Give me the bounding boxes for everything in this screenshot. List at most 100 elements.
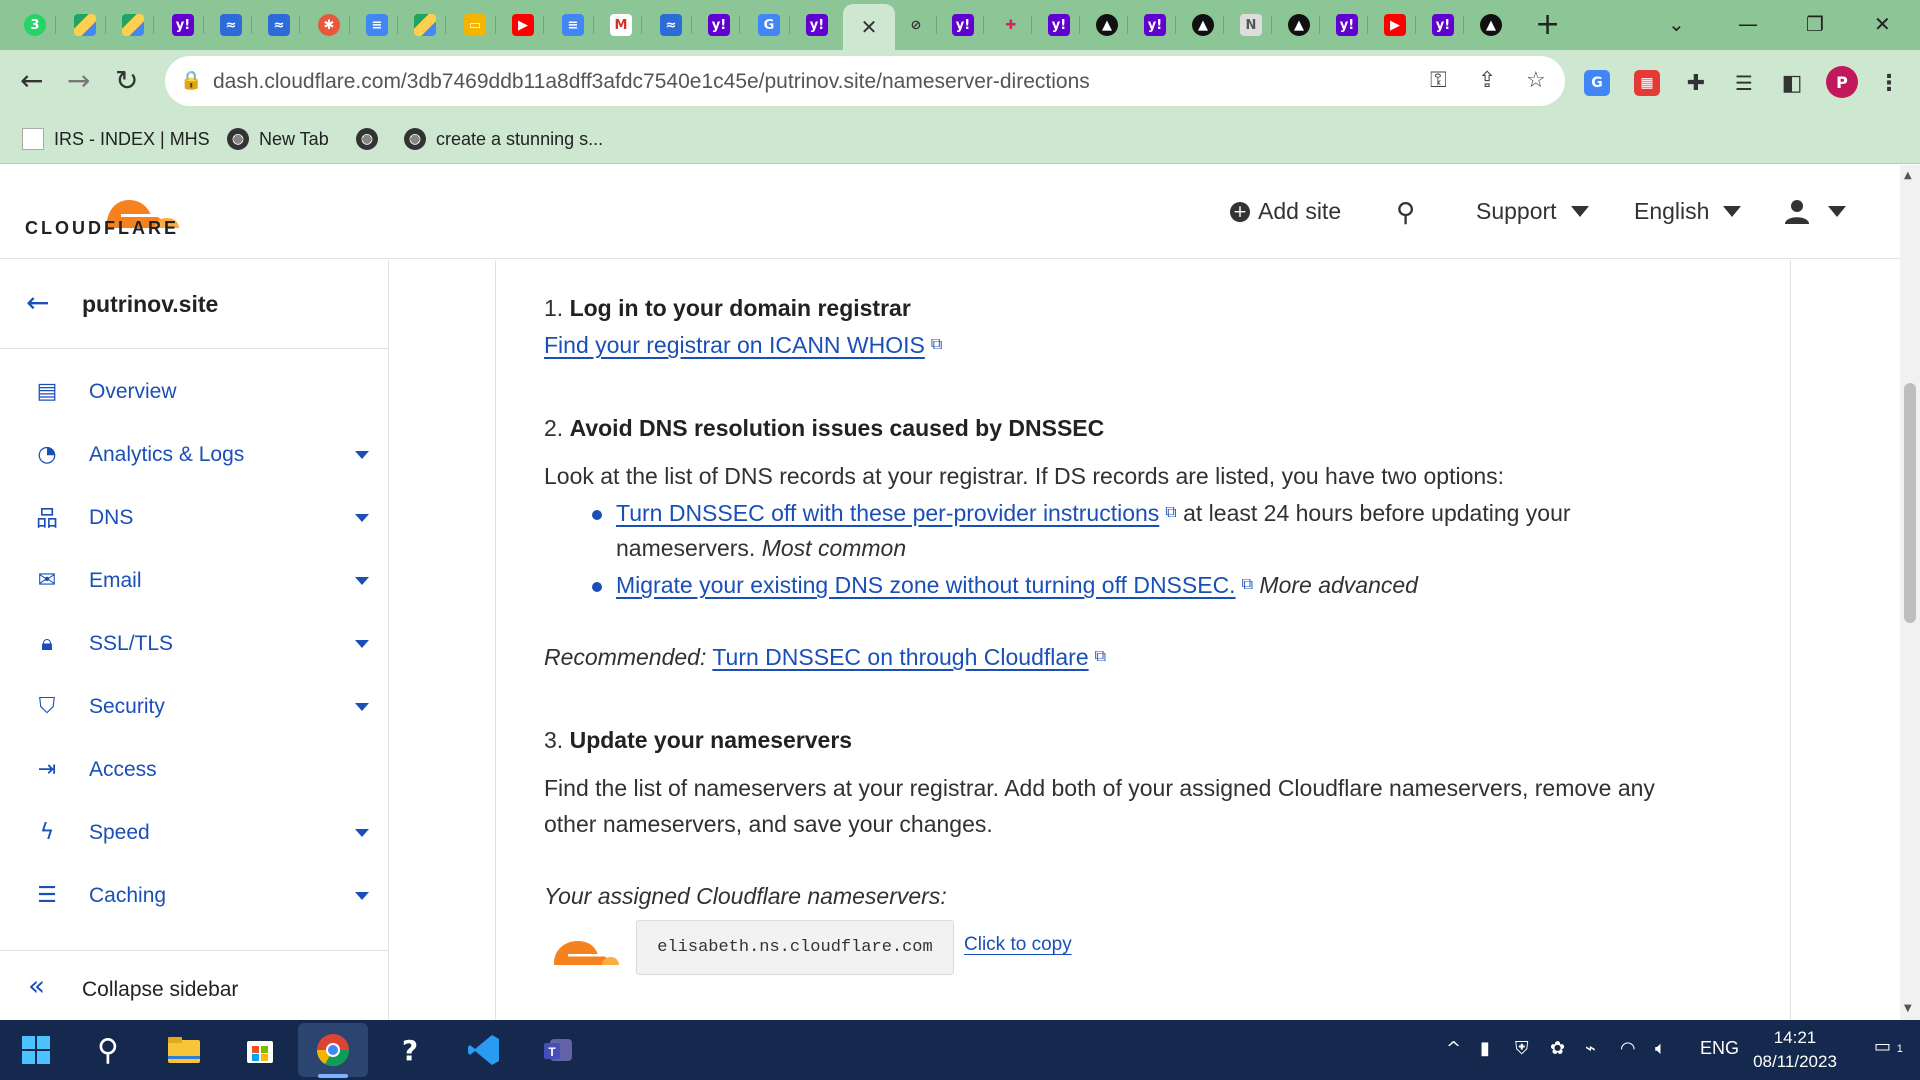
page-scrollbar[interactable]: ▲ ▼ [1900,165,1920,1020]
chevron-down-icon[interactable] [355,703,369,711]
tab-drive-3[interactable] [404,8,446,42]
minimize-icon[interactable]: — [1738,12,1758,36]
sidebar-item-caching[interactable]: ☰ Caching [0,864,389,927]
add-site-button[interactable]: + Add site [1230,198,1341,225]
tab-yahoo-4[interactable]: y! [942,8,984,42]
tab-drive-1[interactable] [64,8,106,42]
close-window-icon[interactable]: ✕ [1874,12,1891,36]
bookmark-star-icon[interactable]: ☆ [1526,68,1546,93]
tab-whatsapp[interactable]: 3 [14,8,56,42]
bookmark-irs[interactable]: IRS - INDEX | MHS [22,128,210,150]
tab-search-chevron-icon[interactable]: ⌄ [1668,12,1685,36]
share-icon[interactable]: ⇪ [1478,68,1496,93]
back-arrow-icon[interactable]: ← [20,65,43,97]
tab-youtube-1[interactable]: ▶ [502,8,544,42]
collapse-sidebar-button[interactable]: « Collapse sidebar [0,950,389,1020]
vscode-icon[interactable] [464,1030,504,1070]
scroll-up-arrow-icon[interactable]: ▲ [1904,170,1912,181]
chevron-down-icon[interactable] [355,514,369,522]
forward-arrow-icon[interactable]: → [67,65,90,97]
profile-avatar[interactable]: P [1826,66,1858,98]
sidebar-item-speed[interactable]: ϟ Speed [0,801,389,864]
scrollbar-thumb[interactable] [1904,383,1916,623]
tab-triangle-2[interactable]: ▲ [1182,8,1224,42]
address-url[interactable]: dash.cloudflare.com/3db7469ddb11a8dff3af… [213,70,1090,94]
tab-asterisk[interactable]: ✱ [308,8,350,42]
help-question-icon[interactable]: ? [390,1030,430,1070]
browser-menu-icon[interactable]: ⋮ [1876,70,1902,96]
tab-wave-3[interactable]: ≈ [650,8,692,42]
tab-slack[interactable]: ✚ [990,8,1032,42]
support-menu[interactable]: Support [1476,198,1589,225]
wifi-icon[interactable]: ◠ [1620,1038,1636,1059]
extensions-puzzle-icon[interactable]: ✚ [1683,70,1709,96]
chrome-icon[interactable] [313,1030,353,1070]
tab-docs-1[interactable]: ≡ [356,8,398,42]
tab-docs-2[interactable]: ≡ [552,8,594,42]
sidebar-item-ssl-tls[interactable]: 🔒︎ SSL/TLS [0,612,389,675]
nameserver-1-value[interactable]: elisabeth.ns.cloudflare.com [636,920,954,975]
tab-yahoo-5[interactable]: y! [1038,8,1080,42]
tab-triangle-3[interactable]: ▲ [1278,8,1320,42]
tab-yahoo-6[interactable]: y! [1134,8,1176,42]
tab-active-close[interactable]: ✕ [843,4,895,50]
account-menu[interactable] [1784,198,1846,224]
sidebar-item-security[interactable]: ⛉ Security [0,675,389,738]
tab-triangle-1[interactable]: ▲ [1086,8,1128,42]
tab-youtube-2[interactable]: ▶ [1374,8,1416,42]
defender-shield-icon[interactable]: ⛨ [1515,1038,1529,1059]
chevron-down-icon[interactable] [355,640,369,648]
battery-plug-icon[interactable]: ⌁ [1585,1038,1596,1059]
teams-icon[interactable]: T [540,1030,580,1070]
icann-whois-link[interactable]: Find your registrar on ICANN WHOIS [544,332,925,358]
input-language[interactable]: ENG [1700,1038,1739,1059]
tab-translate[interactable]: G [748,8,790,42]
bookmark-create[interactable]: ◍ create a stunning s... [404,128,603,150]
copy-nameserver-1-button[interactable]: Click to copy [964,934,1072,956]
bookmark-new-tab[interactable]: ◍ New Tab [227,128,329,150]
bookmark-untitled[interactable]: ◍ [356,128,378,150]
close-tab-icon[interactable]: ✕ [861,15,878,40]
restore-icon[interactable]: ❐ [1806,12,1824,36]
microsoft-store-icon[interactable] [240,1030,280,1070]
reload-icon[interactable]: ↻ [115,65,138,97]
side-panel-icon[interactable]: ◧ [1779,70,1805,96]
chevron-down-icon[interactable] [355,892,369,900]
notification-center-button[interactable]: ▭ 1 [1874,1036,1903,1057]
chevron-down-icon[interactable] [355,451,369,459]
back-arrow-icon[interactable]: ← [26,286,49,319]
tab-yahoo-3[interactable]: y! [796,8,838,42]
tab-link[interactable]: ⊘ [895,8,937,42]
key-icon[interactable]: ⚿ [1430,68,1447,93]
tab-slides[interactable]: ▭ [454,8,496,42]
sidebar-item-access[interactable]: ⇥ Access [0,738,389,801]
sidebar-item-analytics[interactable]: ◔ Analytics & Logs [0,423,389,486]
google-translate-extension-icon[interactable]: G [1584,70,1610,96]
tab-gmail[interactable]: M [600,8,642,42]
dnssec-on-link[interactable]: Turn DNSSEC on through Cloudflare [712,644,1088,670]
new-tab-plus-icon[interactable]: + [1535,10,1560,40]
tab-wave-2[interactable]: ≈ [258,8,300,42]
windows-start-icon[interactable] [16,1030,56,1070]
chevron-down-icon[interactable] [355,577,369,585]
system-clock[interactable]: 14:21 08/11/2023 [1735,1026,1855,1074]
address-bar[interactable]: 🔒 dash.cloudflare.com/3db7469ddb11a8dff3… [165,56,1565,106]
tab-yahoo-8[interactable]: y! [1422,8,1464,42]
search-icon[interactable]: ⚲ [1396,198,1415,228]
migrate-dns-zone-link[interactable]: Migrate your existing DNS zone without t… [616,572,1236,598]
tab-yahoo-2[interactable]: y! [698,8,740,42]
sidebar-item-email[interactable]: ✉ Email [0,549,389,612]
tab-wave-1[interactable]: ≈ [210,8,252,42]
tab-notion[interactable]: N [1230,8,1272,42]
tab-yahoo-1[interactable]: y! [162,8,204,42]
sidebar-item-overview[interactable]: ▤ Overview [0,360,389,423]
chevron-down-icon[interactable] [355,829,369,837]
scroll-down-arrow-icon[interactable]: ▼ [1904,1003,1912,1014]
tray-colorful-icon[interactable]: ✿ [1550,1038,1565,1059]
file-explorer-icon[interactable] [164,1030,204,1070]
media-queue-icon[interactable]: ☰ [1731,70,1757,96]
red-extension-icon[interactable]: ▦ [1634,70,1660,96]
tab-yahoo-7[interactable]: y! [1326,8,1368,42]
tray-overflow-chevron-icon[interactable]: ^ [1446,1038,1461,1059]
language-menu[interactable]: English [1634,198,1742,225]
